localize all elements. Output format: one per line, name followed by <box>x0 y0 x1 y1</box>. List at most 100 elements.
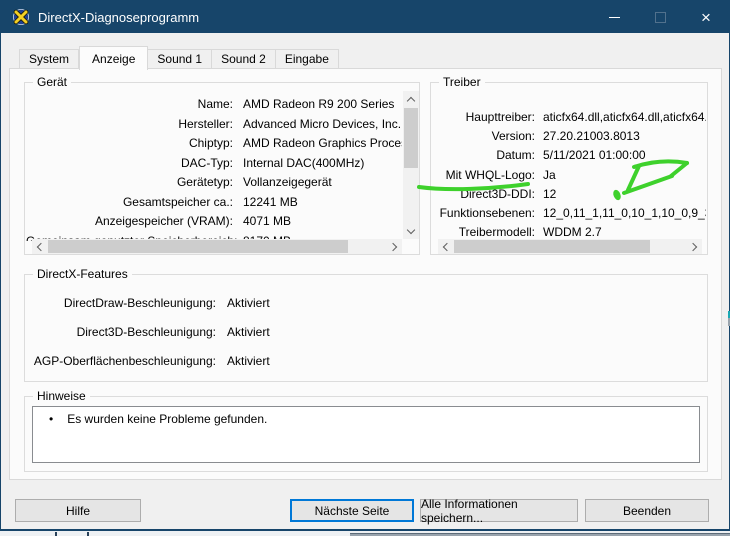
field-label: Version: <box>491 129 535 144</box>
screen: DirectX-Diagnoseprogramm × System Anzeig… <box>0 0 730 536</box>
field-label: Mit WHQL-Logo: <box>445 167 535 182</box>
field-value: Internal DAC(400MHz) <box>243 155 365 170</box>
driver-row: Mit WHQL-Logo: Ja <box>432 168 706 187</box>
button-label: Beenden <box>622 503 672 518</box>
scroll-left-button[interactable] <box>438 239 453 254</box>
field-value: 12241 MB <box>243 194 298 209</box>
device-row: DAC-Typ: Internal DAC(400MHz) <box>26 156 402 176</box>
tab-page-anzeige: Gerät Name: AMD Radeon R9 200 Series Hers… <box>9 68 722 480</box>
desktop-edge-strip <box>0 531 730 536</box>
dxdiag-window: DirectX-Diagnoseprogramm × System Anzeig… <box>0 0 730 531</box>
chevron-down-icon <box>406 225 416 234</box>
scroll-left-button[interactable] <box>32 239 47 254</box>
note-item: Es wurden keine Probleme gefunden. <box>49 412 699 426</box>
tab-label: Eingabe <box>284 52 329 66</box>
field-label: Haupttreiber: <box>465 110 535 124</box>
button-label: Alle Informationen speichern... <box>421 496 518 525</box>
field-value: Advanced Micro Devices, Inc. <box>243 116 402 131</box>
device-row: Hersteller: Advanced Micro Devices, Inc. <box>26 117 402 137</box>
field-value: 12_0,11_1,11_0,10_1,10_0,9_3,9 <box>543 205 706 220</box>
device-horizontal-scrollbar[interactable] <box>32 239 402 254</box>
button-label: Hilfe <box>65 503 90 518</box>
edge-tick <box>87 532 89 536</box>
driver-row: Direct3D-DDI: 12 <box>432 187 706 206</box>
scroll-down-button[interactable] <box>403 223 419 239</box>
save-all-information-button[interactable]: Alle Informationen speichern... <box>420 496 578 525</box>
groupbox-treiber-title: Treiber <box>439 75 485 89</box>
driver-horizontal-scrollbar[interactable] <box>438 239 702 254</box>
chevron-right-icon <box>688 242 698 251</box>
exit-button[interactable]: Beenden <box>585 499 709 522</box>
dxdiag-app-icon <box>12 8 30 26</box>
tab-label: System <box>29 52 70 66</box>
field-label: DAC-Typ: <box>180 155 233 170</box>
groupbox-hinweise-title: Hinweise <box>33 389 90 403</box>
field-value: aticfx64.dll,aticfx64.dll,aticfx64.dll <box>543 110 706 124</box>
scroll-up-button[interactable] <box>403 91 419 107</box>
field-value: 4071 MB <box>243 214 292 228</box>
field-label: Anzeigespeicher (VRAM): <box>94 214 233 228</box>
device-row: Name: AMD Radeon R9 200 Series <box>26 97 402 117</box>
driver-row: Datum: 5/11/2021 01:00:00 <box>432 148 706 167</box>
field-label: Hersteller: <box>178 116 233 131</box>
chevron-left-icon <box>442 242 452 251</box>
field-value: AMD Radeon R9 200 Series <box>243 97 395 111</box>
field-value: 5/11/2021 01:00:00 <box>543 148 646 163</box>
button-label: Nächste Seite <box>314 503 390 518</box>
field-value: Ja <box>543 167 556 182</box>
tab-label: Sound 2 <box>221 52 266 66</box>
tab-system[interactable]: System <box>19 49 80 69</box>
field-label: Name: <box>197 97 233 111</box>
caption-buttons: × <box>591 1 729 33</box>
field-label: Funktionsebenen: <box>439 205 535 220</box>
maximize-icon <box>654 11 666 23</box>
field-label: Treibermodell: <box>458 225 535 238</box>
field-value: AMD Radeon Graphics Processor ( <box>243 136 402 150</box>
scrollbar-thumb[interactable] <box>48 240 348 253</box>
maximize-button[interactable] <box>637 1 683 33</box>
field-label: DirectDraw-Beschleunigung: <box>63 296 216 310</box>
scrollbar-thumb[interactable] <box>454 240 650 253</box>
tab-sound2[interactable]: Sound 2 <box>212 49 276 69</box>
titlebar: DirectX-Diagnoseprogramm × <box>1 1 729 33</box>
groupbox-features-title: DirectX-Features <box>33 267 132 281</box>
device-rows: Name: AMD Radeon R9 200 Series Hersteller… <box>26 97 402 241</box>
tab-label: Sound 1 <box>157 52 203 66</box>
field-label: Gerätetyp: <box>176 175 233 189</box>
device-row: Anzeigespeicher (VRAM): 4071 MB <box>26 214 402 234</box>
minimize-button[interactable] <box>591 1 637 33</box>
field-label: Chiptyp: <box>188 136 233 150</box>
feature-row: Direct3D-Beschleunigung: Aktiviert <box>26 325 696 354</box>
tab-anzeige[interactable]: Anzeige <box>79 46 149 70</box>
field-value: 12 <box>543 186 557 201</box>
chevron-up-icon <box>406 96 416 105</box>
groupbox-geraet-title: Gerät <box>33 75 72 89</box>
tab-label: Anzeige <box>92 51 136 66</box>
field-label: Datum: <box>496 148 535 163</box>
note-text: Es wurden keine Probleme gefunden. <box>67 412 268 426</box>
tab-strip: System Anzeige Sound 1 Sound 2 Eingabe <box>19 45 339 70</box>
device-vertical-scrollbar[interactable] <box>403 91 419 239</box>
field-label: Direct3D-Beschleunigung: <box>76 325 216 339</box>
field-value: Aktiviert <box>227 325 270 339</box>
tab-sound1[interactable]: Sound 1 <box>148 49 213 69</box>
feature-row: DirectDraw-Beschleunigung: Aktiviert <box>26 296 696 325</box>
field-value: Aktiviert <box>227 296 270 310</box>
close-button[interactable]: × <box>683 1 729 33</box>
field-value: WDDM 2.7 <box>543 225 602 238</box>
scrollbar-thumb[interactable] <box>404 108 418 168</box>
tab-eingabe[interactable]: Eingabe <box>275 49 339 69</box>
scroll-right-button[interactable] <box>687 239 702 254</box>
device-row: Gesamtspeicher ca.: 12241 MB <box>26 195 402 215</box>
field-value: 27.20.21003.8013 <box>543 129 640 144</box>
chevron-left-icon <box>36 242 46 251</box>
scroll-right-button[interactable] <box>387 239 402 254</box>
help-button[interactable]: Hilfe <box>15 499 141 522</box>
next-page-button[interactable]: Nächste Seite <box>290 499 414 522</box>
groupbox-treiber: Treiber Haupttreiber: aticfx64.dll,aticfx… <box>430 75 708 255</box>
groupbox-directx-features: DirectX-Features DirectDraw-Beschleunigu… <box>24 267 708 382</box>
notes-textbox[interactable]: Es wurden keine Probleme gefunden. <box>32 406 700 463</box>
device-row: Chiptyp: AMD Radeon Graphics Processor ( <box>26 136 402 156</box>
window-title: DirectX-Diagnoseprogramm <box>38 9 200 25</box>
field-value: Aktiviert <box>227 354 270 368</box>
